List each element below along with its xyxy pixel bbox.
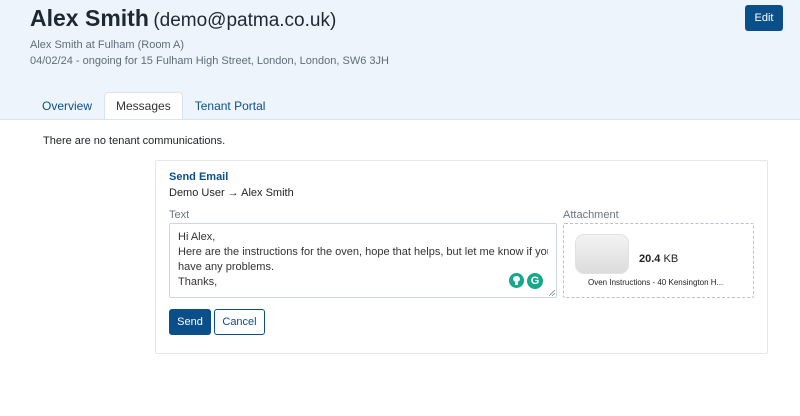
edit-button[interactable]: Edit [745,5,783,31]
property-line: Alex Smith at Fulham (Room A) [30,39,185,51]
email-body-line: have any problems. [178,261,274,273]
page-header: Alex Smith (demo@patma.co.uk) Alex Smith… [0,0,800,120]
tenant-name: Alex Smith [30,5,149,31]
email-body-line: Thanks, [178,276,218,288]
tab-messages[interactable]: Messages [104,92,183,120]
attachment-size-value: 20.4 [639,253,661,265]
email-body-textarea[interactable]: Hi Alex, Here are the instructions for t… [169,223,557,298]
send-email-heading: Send Email [169,171,229,183]
cancel-button[interactable]: Cancel [214,309,265,335]
attachment-label: Attachment [563,209,619,221]
send-button[interactable]: Send [169,309,211,335]
email-body-line: Hi Alex, [178,231,216,243]
grammarly-icon[interactable]: G [527,273,543,289]
attachment-size: 20.4 KB [639,253,678,265]
tab-divider [0,119,800,120]
no-communications-text: There are no tenant communications. [43,135,226,147]
tab-overview[interactable]: Overview [30,92,104,120]
attachment-size-unit: KB [663,253,679,265]
text-field-label: Text [169,209,190,221]
sender-recipient: Demo User → Alex Smith [169,187,294,199]
resize-handle-icon[interactable] [549,290,555,296]
attachment-box[interactable]: 20.4 KB Oven Instructions - 40 Kensingto… [563,223,754,298]
page-title: Alex Smith (demo@patma.co.uk) [30,5,336,32]
email-body-line: Here are the instructions for the oven, … [178,246,548,258]
tab-bar: Overview Messages Tenant Portal [30,92,277,120]
attachment-thumbnail [575,234,629,274]
lightbulb-icon[interactable] [509,273,524,288]
tab-tenant-portal[interactable]: Tenant Portal [183,92,278,120]
send-email-card: Send Email Demo User → Alex Smith Text A… [155,160,768,354]
tenant-email: (demo@patma.co.uk) [153,10,337,31]
attachment-filename[interactable]: Oven Instructions - 40 Kensington H... [588,278,738,287]
tenancy-line: 04/02/24 - ongoing for 15 Fulham High St… [30,55,389,67]
